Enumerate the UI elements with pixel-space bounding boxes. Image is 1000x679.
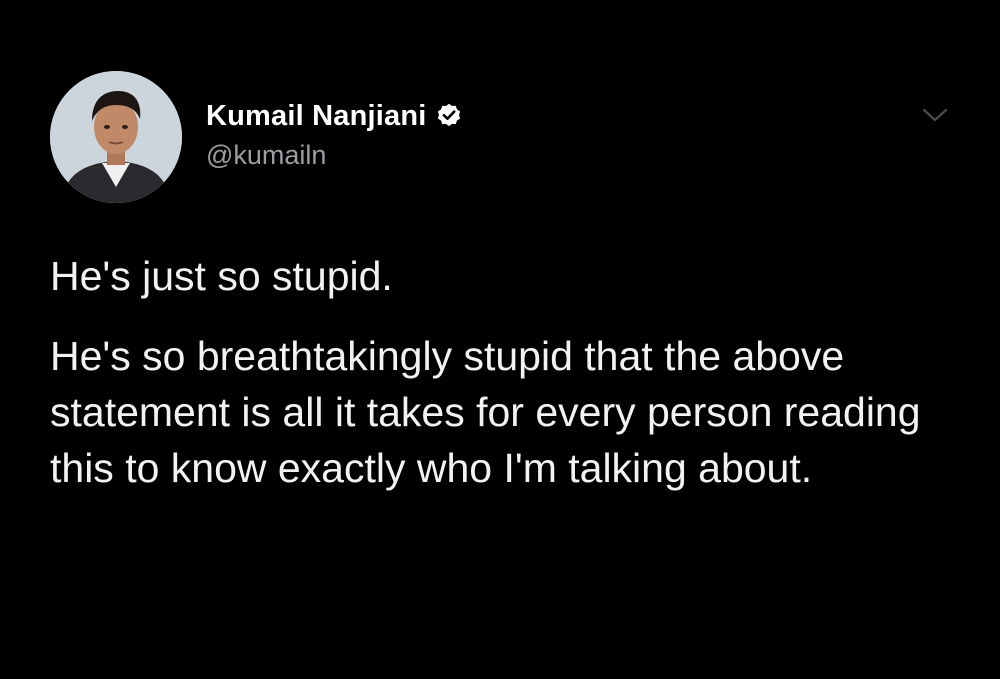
tweet-text: He's just so stupid. He's so breathtakin… (50, 248, 970, 496)
avatar-image (50, 71, 182, 203)
chevron-down-icon[interactable] (920, 104, 950, 126)
user-handle[interactable]: @kumailn (206, 140, 463, 171)
display-name[interactable]: Kumail Nanjiani (206, 100, 427, 133)
verified-badge-icon (437, 103, 460, 127)
avatar[interactable] (50, 71, 182, 203)
tweet-card: Kumail Nanjiani @kumailn He's just so st… (0, 0, 1000, 679)
name-row: Kumail Nanjiani (206, 96, 463, 136)
tweet-paragraph: He's so breathtakingly stupid that the a… (50, 333, 921, 491)
tweet-author: Kumail Nanjiani @kumailn (206, 96, 463, 171)
tweet-paragraph: He's just so stupid. (50, 253, 393, 299)
